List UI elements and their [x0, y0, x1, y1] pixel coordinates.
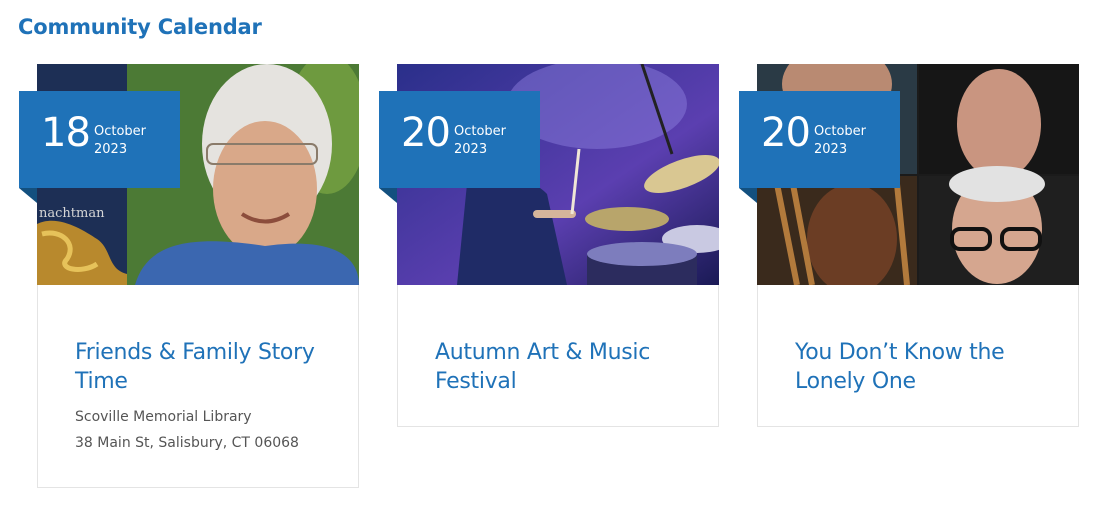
badge-fold	[739, 188, 757, 203]
event-title-link[interactable]: Friends & Family Story Time	[75, 338, 335, 396]
event-card-art-music[interactable]: 20 October 2023 Autumn Art & Music Festi…	[379, 64, 719, 427]
date-badge: 20 October 2023	[739, 91, 900, 203]
event-title-link[interactable]: Autumn Art & Music Festival	[435, 338, 695, 396]
date-day: 18	[41, 110, 91, 156]
date-year: 2023	[94, 142, 128, 157]
badge-fold	[379, 188, 397, 203]
date-month: October	[94, 124, 147, 139]
event-venue: Scoville Memorial Library	[75, 409, 252, 425]
date-year: 2023	[814, 142, 848, 157]
badge-fold	[19, 188, 37, 203]
section-title: Community Calendar	[18, 15, 262, 39]
date-month: October	[454, 124, 507, 139]
book-cover-text: nachtman	[39, 206, 105, 221]
event-title-link[interactable]: You Don’t Know the Lonely One	[795, 338, 1055, 396]
date-year: 2023	[454, 142, 488, 157]
event-card-story-time[interactable]: nachtman 18 October 2023 Friends & Famil…	[19, 64, 359, 488]
date-badge: 20 October 2023	[379, 91, 540, 203]
date-day: 20	[761, 110, 811, 156]
event-card-lonely-one[interactable]: 20 October 2023 You Don’t Know the Lonel…	[739, 64, 1079, 427]
date-day: 20	[401, 110, 451, 156]
date-badge: 18 October 2023	[19, 91, 180, 203]
date-month: October	[814, 124, 867, 139]
event-address: 38 Main St, Salisbury, CT 06068	[75, 435, 299, 451]
